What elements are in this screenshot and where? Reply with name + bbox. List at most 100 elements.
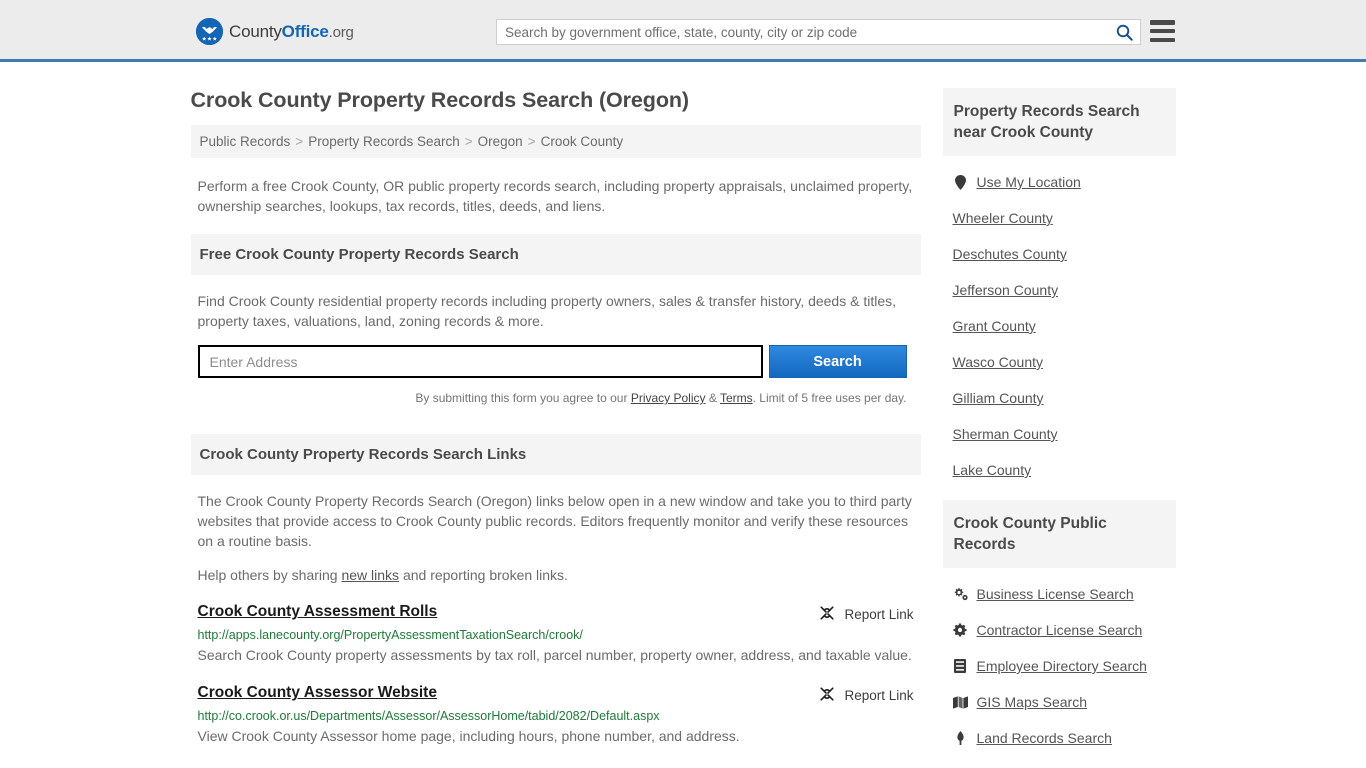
link-result-item: Crook County Assessor Website Report Lin… <box>191 684 921 747</box>
logo-part-county: County <box>229 21 282 41</box>
breadcrumb-item-crook-county[interactable]: Crook County <box>541 134 624 149</box>
map-pin-icon <box>953 174 968 190</box>
sidebar-item-label: Grant County <box>952 318 1036 334</box>
search-icon[interactable] <box>1108 20 1140 44</box>
sidebar-public-records-heading: Crook County Public Records <box>942 500 1176 568</box>
id-card-icon <box>953 659 968 673</box>
disclaimer-amp: & <box>705 391 720 405</box>
broken-link-icon <box>819 686 835 705</box>
site-logo-text: CountyOffice.org <box>229 22 354 42</box>
sidebar-item-land-records-search[interactable]: Land Records Search <box>953 720 1176 756</box>
link-result-title[interactable]: Crook County Assessment Rolls <box>198 603 438 621</box>
sidebar-item-lake-county[interactable]: Lake County <box>953 452 1176 488</box>
sidebar-item-grant-county[interactable]: Grant County <box>953 308 1176 344</box>
sidebar-item-use-my-location[interactable]: Use My Location <box>953 164 1176 200</box>
site-header: CountyOffice.org <box>0 0 1366 62</box>
hamburger-bar <box>1150 37 1175 42</box>
logo-part-office: Office <box>281 21 329 41</box>
global-search-input[interactable] <box>497 20 1108 44</box>
sidebar-nearby-list: Use My Location Wheeler County Deschutes… <box>943 156 1176 488</box>
cogs-icon <box>953 587 968 601</box>
sidebar-item-label: Lake County <box>952 462 1032 478</box>
sidebar-item-deschutes-county[interactable]: Deschutes County <box>953 236 1176 272</box>
share-prefix: Help others by sharing <box>197 567 342 583</box>
link-result-header: Crook County Assessor Website Report Lin… <box>198 684 914 705</box>
sidebar-item-label: Use My Location <box>976 174 1081 190</box>
terms-link[interactable]: Terms <box>720 391 753 405</box>
breadcrumb-item-property-records-search[interactable]: Property Records Search <box>308 134 460 149</box>
free-search-description: Find Crook County residential property r… <box>197 293 897 329</box>
site-logo[interactable]: CountyOffice.org <box>196 18 354 45</box>
link-result-description: Search Crook County property assessments… <box>197 647 912 663</box>
privacy-policy-link[interactable]: Privacy Policy <box>631 391 706 405</box>
sidebar-item-contractor-license-search[interactable]: Contractor License Search <box>953 612 1176 648</box>
address-search-input[interactable] <box>197 345 763 378</box>
disclaimer-suffix: . Limit of 5 free uses per day. <box>752 391 907 405</box>
sidebar-item-sherman-county[interactable]: Sherman County <box>953 416 1176 452</box>
breadcrumb-item-oregon[interactable]: Oregon <box>478 134 523 149</box>
sidebar-item-label: Deschutes County <box>952 246 1067 262</box>
sidebar-item-label: Contractor License Search <box>976 622 1143 638</box>
breadcrumb-separator: > <box>295 134 304 149</box>
sidebar-item-wheeler-county[interactable]: Wheeler County <box>953 200 1176 236</box>
sidebar-item-label: Wheeler County <box>952 210 1053 226</box>
sidebar: Property Records Search near Crook Count… <box>942 62 1176 756</box>
report-link-label: Report Link <box>844 688 914 703</box>
sidebar-item-label: Wasco County <box>952 354 1044 370</box>
hamburger-bar <box>1150 20 1175 25</box>
breadcrumb-item-public-records[interactable]: Public Records <box>200 134 291 149</box>
disclaimer-prefix: By submitting this form you agree to our <box>415 391 631 405</box>
main-content: Crook County Property Records Search (Or… <box>190 62 921 756</box>
sidebar-item-label: Jefferson County <box>952 282 1059 298</box>
new-links-link[interactable]: new links <box>341 567 399 583</box>
map-icon <box>952 695 968 709</box>
links-section-paragraph-1: The Crook County Property Records Search… <box>197 493 912 549</box>
global-search-bar[interactable] <box>496 19 1141 45</box>
link-result-item: Crook County Assessment Rolls Report Lin… <box>191 603 921 666</box>
sidebar-nearby-heading: Property Records Search near Crook Count… <box>942 88 1176 156</box>
report-link-button[interactable]: Report Link <box>819 603 914 624</box>
share-suffix: and reporting broken links. <box>399 567 568 583</box>
breadcrumb: Public Records > Property Records Search > O… <box>190 125 921 158</box>
sidebar-item-gilliam-county[interactable]: Gilliam County <box>953 380 1176 416</box>
sidebar-item-gis-maps-search[interactable]: GIS Maps Search <box>952 684 1176 720</box>
link-result-header: Crook County Assessment Rolls Report Lin… <box>198 603 914 624</box>
form-disclaimer: By submitting this form you agree to our… <box>198 388 907 408</box>
broken-link-icon <box>819 605 835 624</box>
link-result-url: http://apps.lanecounty.org/PropertyAsses… <box>197 628 583 642</box>
landmark-icon <box>953 731 968 745</box>
links-section-heading: Crook County Property Records Search Lin… <box>190 434 921 475</box>
link-result-url: http://co.crook.or.us/Departments/Assess… <box>197 709 660 723</box>
report-link-label: Report Link <box>844 607 914 622</box>
address-search-button[interactable]: Search <box>768 345 907 378</box>
hamburger-bar <box>1150 28 1175 34</box>
report-link-button[interactable]: Report Link <box>819 684 914 705</box>
breadcrumb-separator: > <box>527 134 536 149</box>
gear-icon <box>953 623 968 637</box>
eagle-shield-icon <box>196 18 223 45</box>
sidebar-item-label: Employee Directory Search <box>976 658 1147 674</box>
sidebar-public-records-list: Business License Search Contractor Licen… <box>943 568 1176 756</box>
sidebar-item-label: Sherman County <box>952 426 1058 442</box>
sidebar-item-business-license-search[interactable]: Business License Search <box>953 576 1176 612</box>
links-section-body: The Crook County Property Records Search… <box>191 475 921 585</box>
sidebar-item-label: Business License Search <box>976 586 1134 602</box>
logo-part-org: .org <box>328 23 354 41</box>
sidebar-item-employee-directory-search[interactable]: Employee Directory Search <box>953 648 1176 684</box>
free-search-heading: Free Crook County Property Records Searc… <box>190 234 921 275</box>
sidebar-item-jefferson-county[interactable]: Jefferson County <box>953 272 1176 308</box>
sidebar-item-label: Gilliam County <box>952 390 1044 406</box>
hamburger-menu-icon[interactable] <box>1150 20 1175 42</box>
link-result-description: View Crook County Assessor home page, in… <box>197 728 740 744</box>
page-title: Crook County Property Records Search (Or… <box>190 88 690 112</box>
page-intro-text: Perform a free Crook County, OR public p… <box>197 178 913 214</box>
sidebar-item-label: Land Records Search <box>976 730 1112 746</box>
page-body: Crook County Property Records Search (Or… <box>0 62 1366 756</box>
link-result-title[interactable]: Crook County Assessor Website <box>198 684 437 702</box>
breadcrumb-separator: > <box>464 134 473 149</box>
free-search-body: Find Crook County residential property r… <box>191 275 921 408</box>
sidebar-item-wasco-county[interactable]: Wasco County <box>953 344 1176 380</box>
links-section-paragraph-2: Help others by sharing new links and rep… <box>198 565 914 585</box>
sidebar-item-label: GIS Maps Search <box>976 694 1088 710</box>
address-search-form: Search <box>197 345 907 378</box>
